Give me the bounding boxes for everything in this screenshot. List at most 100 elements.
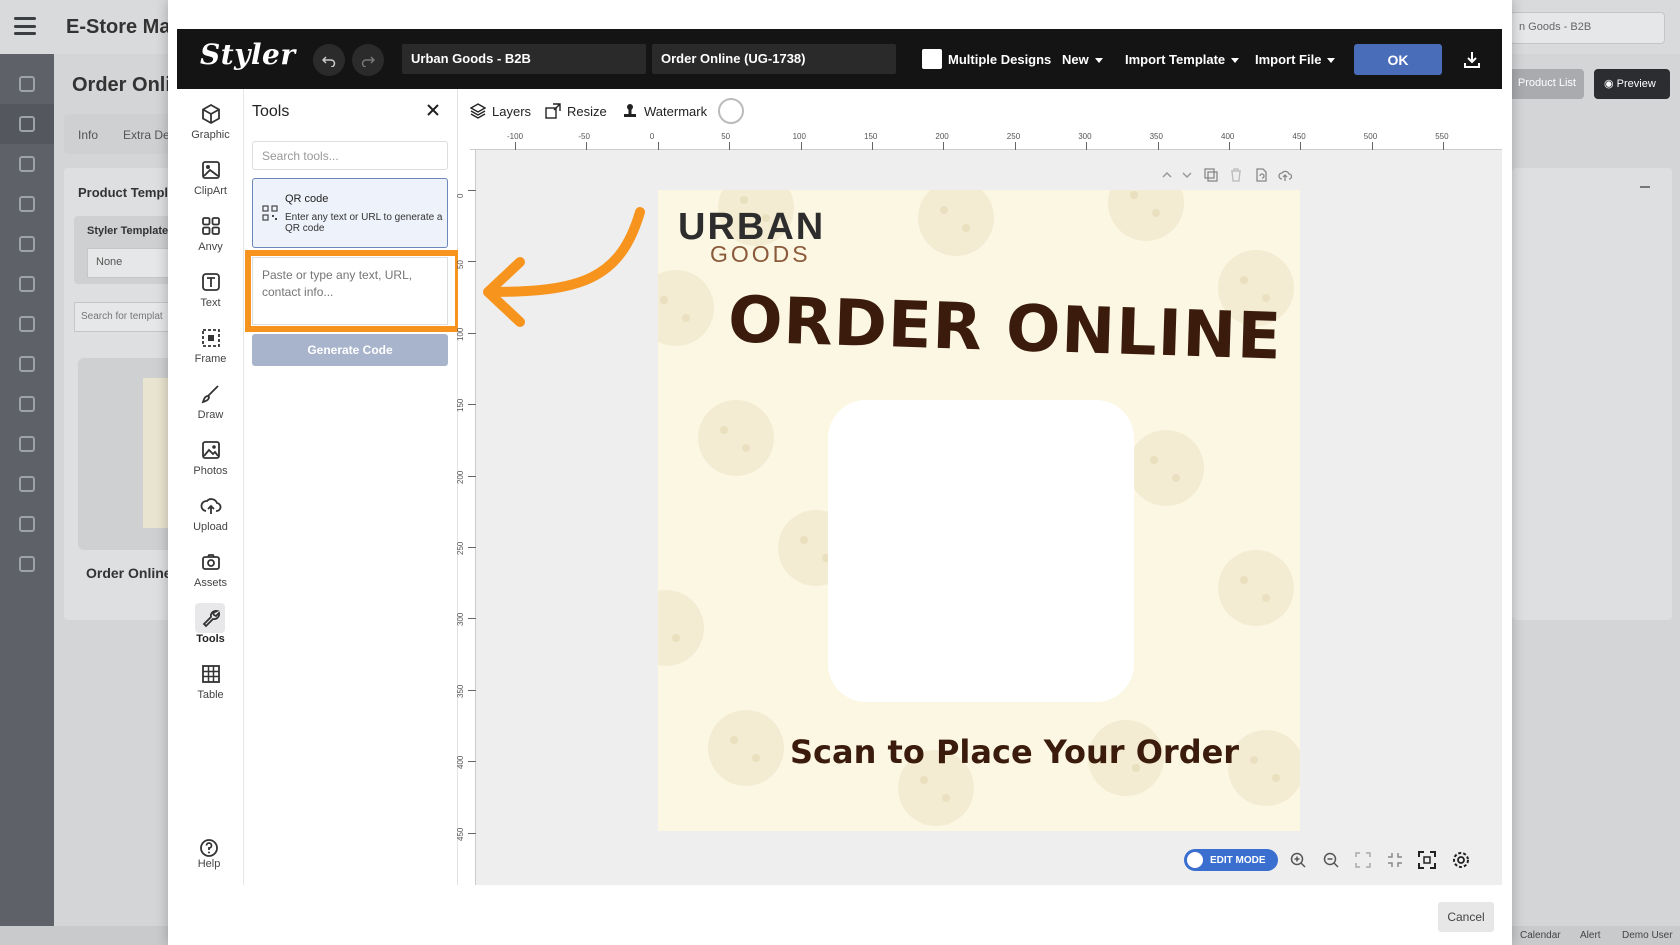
zoom-in-icon[interactable] (1289, 851, 1307, 869)
undo-button[interactable] (313, 44, 345, 76)
bg-footer-calendar[interactable]: Calendar (1520, 930, 1561, 941)
gear-icon[interactable] (19, 476, 35, 492)
rail-label: Graphic (191, 129, 230, 141)
horizontal-ruler (470, 131, 1502, 150)
truck-icon[interactable] (19, 356, 35, 372)
fit-screen-icon[interactable] (1354, 851, 1372, 869)
ruler-tick-label: 350 (456, 684, 465, 698)
ruler-tick-label: 100 (456, 327, 465, 341)
layers-label: Layers (492, 103, 532, 119)
background-color-picker[interactable] (718, 98, 744, 124)
zoom-out-icon[interactable] (1322, 851, 1340, 869)
cloud-upload-icon[interactable] (1278, 168, 1292, 182)
import-template-menu[interactable]: Import Template (1125, 52, 1240, 67)
bg-page-title: Order Onli (72, 74, 171, 96)
rail-text[interactable]: Text (177, 271, 244, 309)
rail-clipart[interactable]: ClipArt (177, 159, 244, 197)
sliders-icon[interactable] (19, 516, 35, 532)
duplicate-icon[interactable] (1204, 168, 1218, 182)
location-icon[interactable] (19, 276, 35, 292)
rail-label: Frame (194, 353, 227, 365)
bg-store-select[interactable]: n Goods - B2B (1510, 12, 1665, 44)
cart-icon[interactable] (19, 316, 35, 332)
qr-code-text-input[interactable] (252, 257, 448, 325)
rail-assets[interactable]: Assets (177, 551, 244, 589)
rail-label: ClipArt (193, 185, 227, 197)
bg-product-list-button[interactable]: Product List (1512, 69, 1584, 99)
resize-button[interactable]: Resize (545, 103, 607, 119)
new-menu[interactable]: New (1062, 52, 1103, 67)
cookie-pattern (1218, 550, 1294, 626)
import-file-menu[interactable]: Import File (1255, 52, 1336, 67)
rail-draw[interactable]: Draw (177, 383, 244, 421)
bg-app-title: E-Store Mar (66, 16, 179, 38)
store-field[interactable]: Urban Goods - B2B (402, 44, 646, 74)
text-icon (201, 273, 220, 291)
image-icon[interactable] (19, 196, 35, 212)
ruler-tick-mark (468, 832, 476, 834)
clipart-icon (201, 161, 220, 179)
bg-sidebar (0, 54, 54, 945)
bg-card-title: Product Templa (78, 185, 176, 200)
design-subline[interactable]: Scan to Place Your Order (790, 733, 1239, 771)
cloud-upload-icon (200, 498, 221, 514)
home-icon[interactable] (19, 76, 35, 92)
generate-code-button[interactable]: Generate Code (252, 334, 448, 366)
trash-icon[interactable] (1229, 168, 1243, 182)
rail-table[interactable]: Table (177, 663, 244, 701)
box-icon[interactable] (19, 116, 35, 132)
caret-down-icon (1231, 58, 1240, 64)
hamburger-icon[interactable] (14, 17, 36, 35)
chevron-down-icon[interactable] (1180, 168, 1194, 182)
redo-button[interactable] (352, 44, 384, 76)
watermark-button[interactable]: Watermark (622, 103, 707, 119)
rail-frame[interactable]: Frame (177, 327, 244, 365)
replace-file-icon[interactable] (1254, 168, 1268, 182)
wrench-icon[interactable] (19, 556, 35, 572)
fullscreen-icon[interactable] (1418, 851, 1436, 869)
download-icon[interactable] (1462, 50, 1482, 70)
cancel-button[interactable]: Cancel (1438, 902, 1494, 932)
cube-icon (201, 103, 220, 125)
rail-label: Text (200, 297, 221, 309)
brush-icon (201, 385, 219, 404)
close-icon[interactable] (426, 103, 440, 117)
chevron-up-icon[interactable] (1160, 168, 1174, 182)
multiple-designs-checkbox[interactable] (922, 49, 942, 69)
ruler-tick-label: -50 (578, 132, 590, 141)
rail-upload[interactable]: Upload (177, 495, 244, 533)
bg-template-thumb-label: Order Online (86, 565, 172, 581)
design-brand-goods[interactable]: GOODS (710, 241, 811, 268)
rail-photos[interactable]: Photos (177, 439, 244, 477)
tools-search-input[interactable]: Search tools... (252, 141, 448, 170)
qr-code-description: Enter any text or URL to generate a QR c… (285, 212, 443, 234)
cookie-pattern (1128, 430, 1204, 506)
import-template-label: Import Template (1125, 52, 1226, 67)
qr-placeholder-frame[interactable] (828, 400, 1134, 702)
grid-icon[interactable] (19, 396, 35, 412)
users-icon[interactable] (19, 236, 35, 252)
rail-anvy[interactable]: Anvy (177, 215, 244, 253)
bg-tab-extra[interactable]: Extra De (123, 128, 170, 142)
rail-graphic[interactable]: Graphic (177, 103, 244, 141)
bg-footer-alert[interactable]: Alert (1580, 930, 1601, 941)
tool-rail (177, 89, 244, 885)
ruler-tick-mark (468, 689, 476, 691)
bg-preview-button[interactable]: ◉ Preview (1594, 69, 1670, 99)
help-icon (200, 839, 218, 857)
design-name-field[interactable]: Order Online (UG-1738) (652, 44, 896, 74)
mail-icon[interactable] (19, 436, 35, 452)
new-menu-label: New (1062, 52, 1089, 67)
help-button[interactable]: Help (196, 838, 222, 870)
ok-button[interactable]: OK (1354, 44, 1442, 75)
layers-button[interactable]: Layers (470, 103, 531, 119)
settings-gear-icon[interactable] (1451, 850, 1471, 870)
bg-tab-info[interactable]: Info (78, 128, 98, 142)
tag-icon[interactable] (19, 156, 35, 172)
center-icon[interactable] (1386, 851, 1404, 869)
ruler-tick-mark (1300, 142, 1302, 150)
bg-footer-user[interactable]: Demo User (1622, 930, 1673, 941)
ruler-tick-label: 200 (456, 470, 465, 484)
minus-icon[interactable] (1640, 186, 1650, 188)
rail-tools[interactable]: Tools (177, 607, 244, 645)
